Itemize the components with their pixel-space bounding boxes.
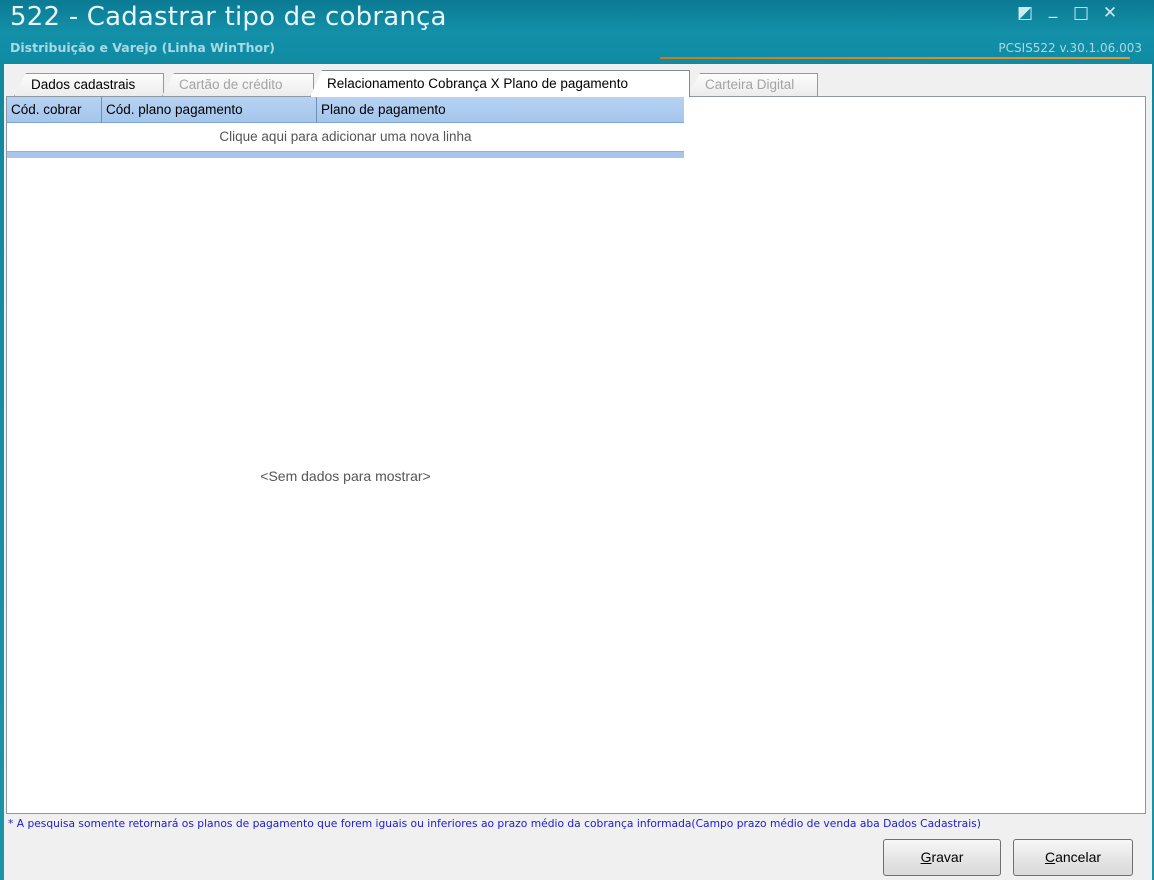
- tab-panel: [6, 96, 1146, 814]
- cancel-label: ancelar: [1055, 849, 1102, 865]
- minimize-icon[interactable]: _: [1040, 0, 1066, 20]
- new-row-button[interactable]: Clique aqui para adicionar uma nova linh…: [7, 123, 684, 151]
- app-window: 522 - Cadastrar tipo de cobrança Distrib…: [0, 0, 1154, 880]
- title-bar[interactable]: 522 - Cadastrar tipo de cobrança Distrib…: [0, 0, 1154, 64]
- column-header-plano[interactable]: Plano de pagamento: [317, 97, 684, 123]
- version-label: PCSIS522 v.30.1.06.003: [998, 41, 1142, 55]
- empty-grid-message: <Sem dados para mostrar>: [260, 468, 431, 484]
- save-mnemonic: G: [920, 849, 932, 865]
- tab-relacionamento-cobranca[interactable]: Relacionamento Cobrança X Plano de pagam…: [310, 70, 690, 97]
- tab-strip: Dados cadastrais Cartão de crédito Relac…: [4, 70, 1148, 97]
- restore-icon[interactable]: ◩: [1012, 2, 1038, 24]
- accent-line: [660, 57, 1130, 59]
- maximize-icon[interactable]: □: [1068, 2, 1094, 24]
- tab-label: Relacionamento Cobrança X Plano de pagam…: [327, 76, 628, 91]
- cancel-button[interactable]: Cancelar: [1013, 839, 1133, 876]
- tab-label: Carteira Digital: [705, 77, 795, 92]
- tab-label: Cartão de crédito: [179, 77, 283, 92]
- grid-header: Cód. cobrar Cód. plano pagamento Plano d…: [7, 97, 684, 123]
- payment-plan-grid[interactable]: Cód. cobrar Cód. plano pagamento Plano d…: [7, 97, 684, 158]
- tab-dados-cadastrais[interactable]: Dados cadastrais: [14, 73, 164, 96]
- window-subtitle: Distribuição e Varejo (Linha WinThor): [10, 40, 275, 55]
- tab-cartao-de-credito[interactable]: Cartão de crédito: [162, 73, 314, 96]
- column-header-cod-cobrar[interactable]: Cód. cobrar: [7, 97, 102, 123]
- cancel-mnemonic: C: [1044, 849, 1056, 865]
- grid-footer: [7, 151, 684, 158]
- tab-label: Dados cadastrais: [31, 77, 136, 92]
- window-title: 522 - Cadastrar tipo de cobrança: [10, 2, 447, 32]
- close-icon[interactable]: ✕: [1097, 2, 1123, 24]
- save-label: ravar: [931, 849, 964, 865]
- column-header-cod-plano[interactable]: Cód. plano pagamento: [102, 97, 317, 123]
- info-note: * A pesquisa somente retornará os planos…: [8, 817, 981, 830]
- save-button[interactable]: Gravar: [883, 839, 1001, 876]
- tab-carteira-digital[interactable]: Carteira Digital: [688, 73, 818, 96]
